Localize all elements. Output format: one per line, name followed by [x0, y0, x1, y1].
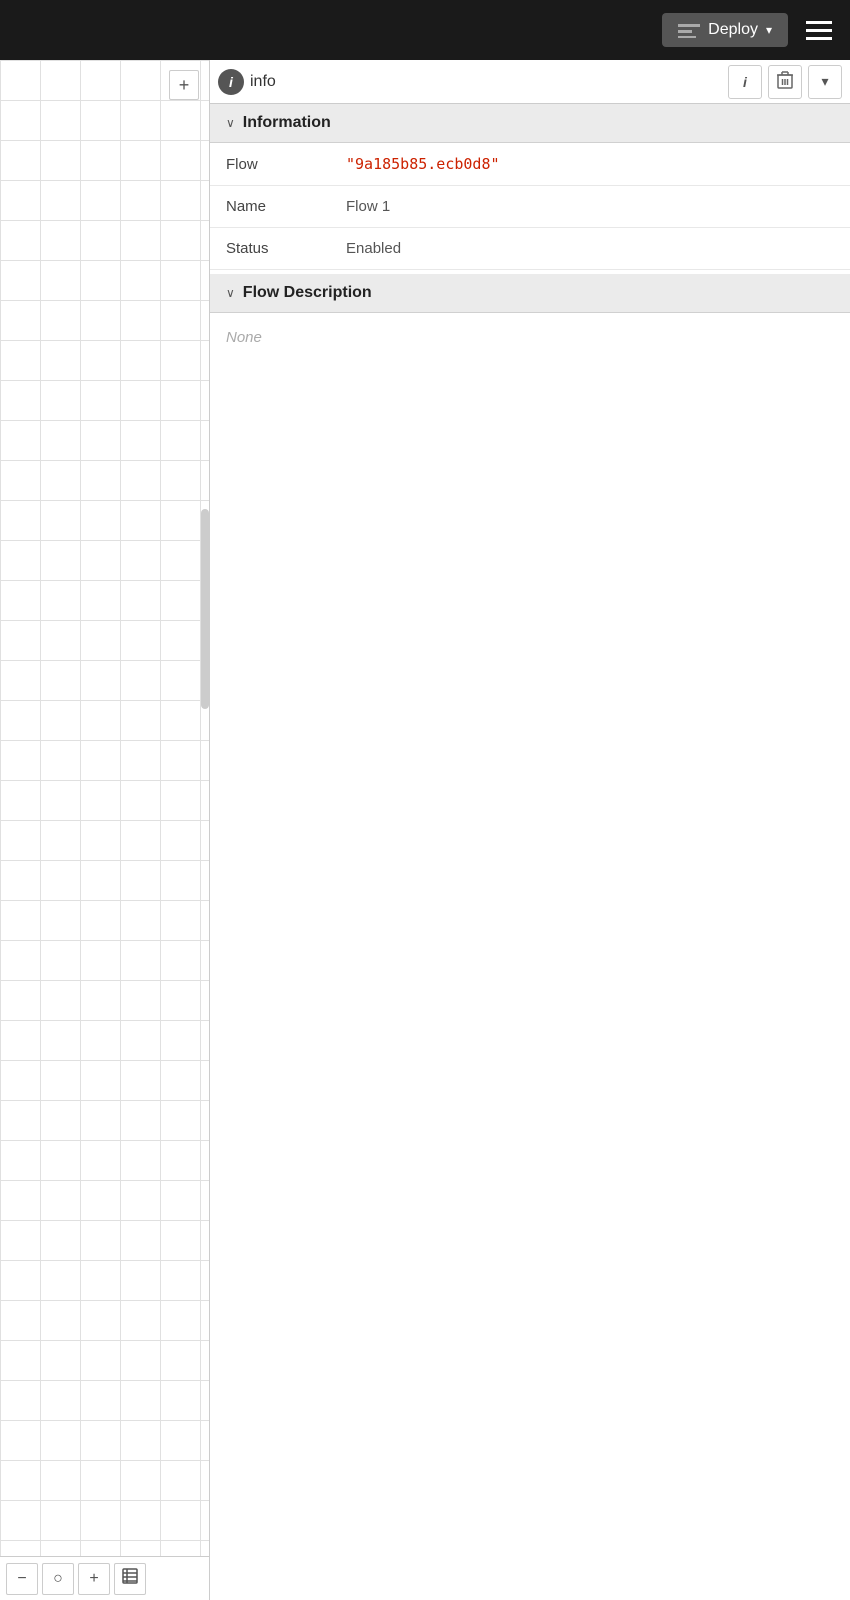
chevron-down-icon: ▾ [821, 73, 828, 90]
panel-info-button[interactable]: i [728, 65, 762, 99]
table-row: Status Enabled [210, 228, 850, 270]
main-area: + − ○ + [0, 60, 850, 1600]
map-icon [122, 1568, 138, 1589]
panel-content: ∨ Information Flow "9a185b85.ecb0d8" Nam… [210, 104, 850, 1600]
status-value: Enabled [330, 228, 850, 270]
info-icon: i [743, 74, 747, 90]
deploy-icon [678, 22, 700, 38]
panel-delete-button[interactable] [768, 65, 802, 99]
canvas-bottom-toolbar: − ○ + [0, 1556, 209, 1600]
tab-icon: i [218, 69, 244, 95]
deploy-button[interactable]: Deploy ▾ [662, 13, 788, 47]
hamburger-icon [806, 37, 832, 40]
plus-icon: + [89, 1570, 98, 1588]
table-row: Name Flow 1 [210, 186, 850, 228]
canvas-area: + − ○ + [0, 60, 210, 1600]
canvas-grid[interactable] [0, 60, 209, 1556]
deploy-label: Deploy [708, 21, 758, 39]
canvas-scrollbar[interactable] [201, 509, 209, 709]
zoom-out-button[interactable]: − [6, 1563, 38, 1595]
hamburger-icon [806, 29, 832, 32]
panel-dropdown-button[interactable]: ▾ [808, 65, 842, 99]
description-placeholder: None [210, 313, 850, 362]
map-button[interactable] [114, 1563, 146, 1595]
center-button[interactable]: ○ [42, 1563, 74, 1595]
right-panel: i info i [210, 60, 850, 1600]
description-section-header[interactable]: ∨ Flow Description [210, 274, 850, 313]
description-section-title: Flow Description [243, 284, 372, 302]
flow-value: "9a185b85.ecb0d8" [330, 143, 850, 186]
panel-tab-header: i info i [210, 60, 850, 104]
deploy-chevron-icon: ▾ [766, 23, 772, 37]
information-chevron-icon: ∨ [226, 116, 235, 130]
table-row: Flow "9a185b85.ecb0d8" [210, 143, 850, 186]
hamburger-menu-button[interactable] [798, 13, 840, 48]
information-table: Flow "9a185b85.ecb0d8" Name Flow 1 Statu… [210, 143, 850, 270]
information-section-title: Information [243, 114, 331, 132]
delete-icon [777, 71, 793, 92]
panel-tab-title: info [250, 73, 722, 91]
name-value: Flow 1 [330, 186, 850, 228]
circle-icon: ○ [53, 1570, 63, 1588]
information-section-header[interactable]: ∨ Information [210, 104, 850, 143]
minus-icon: − [17, 1570, 26, 1588]
top-navbar: Deploy ▾ [0, 0, 850, 60]
zoom-in-button[interactable]: + [78, 1563, 110, 1595]
name-label: Name [210, 186, 330, 228]
status-label: Status [210, 228, 330, 270]
flow-label: Flow [210, 143, 330, 186]
hamburger-icon [806, 21, 832, 24]
description-chevron-icon: ∨ [226, 286, 235, 300]
